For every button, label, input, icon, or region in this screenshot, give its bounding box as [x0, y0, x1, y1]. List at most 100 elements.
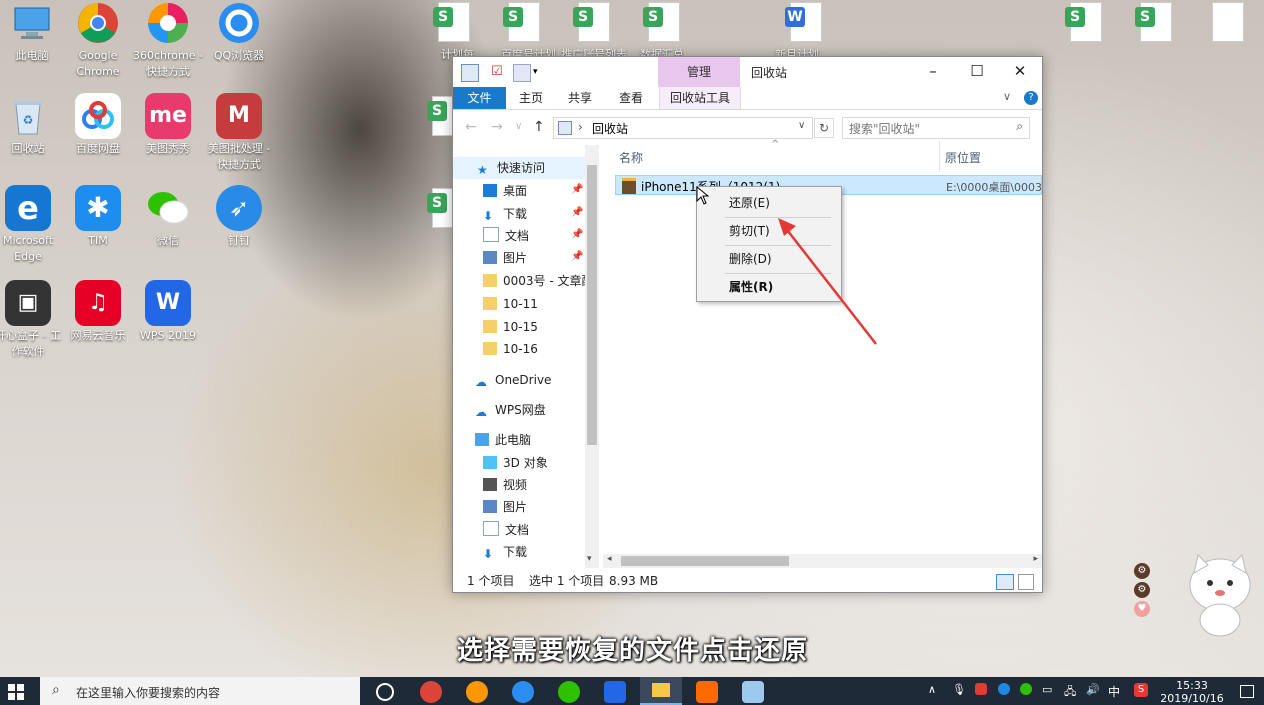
desktop-icon-netease-music[interactable]: ♫ 网易云音乐: [62, 280, 134, 344]
taskbar-chrome-icon[interactable]: [420, 681, 442, 703]
desktop-file-spreadsheet-1[interactable]: S: [433, 2, 470, 42]
nav-videos[interactable]: 视频: [483, 474, 527, 496]
menu-item-properties[interactable]: 属性(R): [729, 275, 773, 299]
desktop-icon-edge[interactable]: e Microsoft Edge: [0, 185, 64, 265]
taskbar-wechat-icon[interactable]: [558, 681, 580, 703]
desktop-icon-wps[interactable]: W WPS 2019: [132, 280, 204, 344]
desktop-icon-360chrome[interactable]: 360chrome - 快捷方式: [132, 0, 204, 80]
taskbar-wps-icon[interactable]: [604, 681, 626, 703]
scrollbar-thumb[interactable]: [621, 556, 789, 566]
microphone-icon[interactable]: 🎙: [952, 683, 966, 696]
desktop-icon-recycle-bin[interactable]: ♻ 回收站: [0, 93, 64, 157]
nav-folder-0003[interactable]: 0003号 - 文章配: [483, 270, 594, 292]
menu-item-cut[interactable]: 剪切(T): [729, 219, 770, 243]
ime-indicator[interactable]: 中: [1108, 683, 1120, 700]
properties-quick-icon[interactable]: ☑: [491, 64, 507, 80]
desktop-icon-dingtalk[interactable]: ➶ 钉钉: [203, 185, 275, 249]
scroll-down-icon[interactable]: ▾: [587, 554, 592, 564]
address-dropdown-icon[interactable]: ∨: [798, 120, 805, 131]
column-header-original-location[interactable]: 原位置: [945, 149, 981, 166]
new-folder-quick-icon[interactable]: [513, 64, 531, 82]
desktop-icon-meitu-batch[interactable]: M 美图批处理 - 快捷方式: [203, 93, 275, 173]
tray-wechat-icon[interactable]: [1020, 683, 1032, 695]
desktop-file-spreadsheet-3[interactable]: S: [573, 2, 610, 42]
float-widget-icon[interactable]: ⚙: [1134, 582, 1150, 598]
network-icon[interactable]: 🖧: [1064, 683, 1076, 702]
taskbar-qq-browser-icon[interactable]: [512, 681, 534, 703]
nav-desktop[interactable]: 桌面: [483, 180, 527, 202]
tray-expand-icon[interactable]: ∧: [928, 683, 936, 696]
close-button[interactable]: ✕: [998, 57, 1042, 85]
nav-wps-cloud[interactable]: ☁ WPS网盘: [475, 399, 546, 421]
heart-icon[interactable]: ♥: [1134, 601, 1150, 617]
column-header-name[interactable]: 名称: [619, 149, 643, 166]
nav-pc-downloads[interactable]: ⬇ 下载: [483, 541, 527, 563]
tab-share[interactable]: 共享: [558, 87, 602, 109]
nav-downloads[interactable]: ⬇ 下载: [483, 203, 527, 225]
maximize-button[interactable]: ☐: [955, 57, 999, 85]
desktop-file-spreadsheet-4[interactable]: S: [643, 2, 680, 42]
task-view-icon[interactable]: [376, 683, 394, 701]
menu-item-restore[interactable]: 还原(E): [729, 191, 770, 215]
tab-view[interactable]: 查看: [609, 87, 653, 109]
desktop-icon-tim[interactable]: ✱ TIM: [62, 185, 134, 249]
windows-start-icon[interactable]: [8, 684, 24, 700]
desktop-icon-qq-browser[interactable]: QQ浏览器: [203, 0, 275, 64]
nav-quick-access[interactable]: ★ 快速访问: [453, 157, 585, 179]
taskbar-soundcloud-icon[interactable]: [696, 681, 718, 703]
search-input[interactable]: 搜索"回收站" ⌕: [842, 117, 1030, 139]
notification-center-icon[interactable]: [1240, 685, 1254, 698]
navigation-scrollbar[interactable]: [585, 145, 599, 568]
sogou-ime-icon[interactable]: S: [1134, 683, 1148, 697]
desktop-file-text[interactable]: [1212, 2, 1244, 42]
nav-3d-objects[interactable]: 3D 对象: [483, 452, 548, 474]
horizontal-scrollbar[interactable]: ◂ ▸: [603, 554, 1042, 568]
taskbar-search-input[interactable]: ⌕ 在这里输入你要搜索的内容: [40, 677, 360, 705]
tab-manage[interactable]: 管理: [658, 57, 740, 87]
desktop-file-spreadsheet-5[interactable]: S: [1065, 2, 1102, 42]
volume-icon[interactable]: 🔊: [1086, 683, 1100, 696]
nav-this-pc[interactable]: 此电脑: [475, 429, 531, 451]
nav-pictures[interactable]: 图片: [483, 247, 527, 269]
desktop-file-document[interactable]: W: [785, 2, 822, 42]
desktop-icon-google-chrome[interactable]: Google Chrome: [62, 0, 134, 80]
title-bar[interactable]: ☑ ▾ 管理 回收站 – ☐ ✕: [453, 57, 1042, 87]
scroll-left-icon[interactable]: ◂: [607, 554, 612, 564]
desktop-icon-happy-box[interactable]: ▣ 开心盒子 - 工作软件: [0, 280, 64, 360]
scrollbar-thumb[interactable]: [587, 165, 597, 445]
taskbar-360chrome-icon[interactable]: [466, 681, 488, 703]
desktop-file-spreadsheet-2[interactable]: S: [503, 2, 540, 42]
forward-icon[interactable]: →: [491, 119, 503, 135]
record-icon[interactable]: [975, 683, 987, 695]
desktop-icon-baidu-netdisk[interactable]: 百度网盘: [62, 93, 134, 157]
clock[interactable]: 15:33 2019/10/16: [1160, 679, 1224, 705]
large-icons-view-icon[interactable]: [1018, 574, 1034, 590]
expand-ribbon-icon[interactable]: ∨: [1003, 90, 1011, 103]
customize-quick-access-icon[interactable]: ▾: [533, 64, 549, 80]
taskbar-app-icon[interactable]: [742, 681, 764, 703]
taskbar-explorer-button[interactable]: [640, 677, 682, 705]
tray-app-icon[interactable]: [998, 683, 1010, 695]
nav-folder-10-15[interactable]: 10-15: [483, 316, 538, 338]
menu-item-delete[interactable]: 删除(D): [729, 247, 772, 271]
nav-folder-10-16[interactable]: 10-16: [483, 338, 538, 360]
scroll-right-icon[interactable]: ▸: [1033, 554, 1038, 564]
float-widget-icon[interactable]: ⚙: [1134, 563, 1150, 579]
help-icon[interactable]: ?: [1024, 91, 1038, 105]
desktop-icon-wechat[interactable]: 微信: [132, 185, 204, 249]
recent-locations-icon[interactable]: ∨: [515, 121, 522, 132]
tab-home[interactable]: 主页: [509, 87, 553, 109]
nav-pc-pictures[interactable]: 图片: [483, 496, 527, 518]
recycle-bin-window[interactable]: ☑ ▾ 管理 回收站 – ☐ ✕ 文件 主页 共享 查看 回收站工具 ∨ ? ←…: [452, 56, 1043, 593]
tab-recycle-bin-tools[interactable]: 回收站工具: [659, 87, 742, 109]
minimize-button[interactable]: –: [911, 57, 955, 85]
nav-onedrive[interactable]: ☁ OneDrive: [475, 369, 551, 391]
desktop-file-spreadsheet-6[interactable]: S: [1135, 2, 1172, 42]
tab-file[interactable]: 文件: [453, 87, 506, 109]
desktop-icon-meitu[interactable]: me 美图秀秀: [132, 93, 204, 157]
battery-icon[interactable]: ▭: [1042, 683, 1052, 696]
back-icon[interactable]: ←: [465, 119, 477, 135]
nav-folder-10-11[interactable]: 10-11: [483, 293, 538, 315]
nav-documents[interactable]: 文档: [483, 225, 529, 247]
address-bar[interactable]: › 回收站 ∨: [553, 117, 813, 139]
